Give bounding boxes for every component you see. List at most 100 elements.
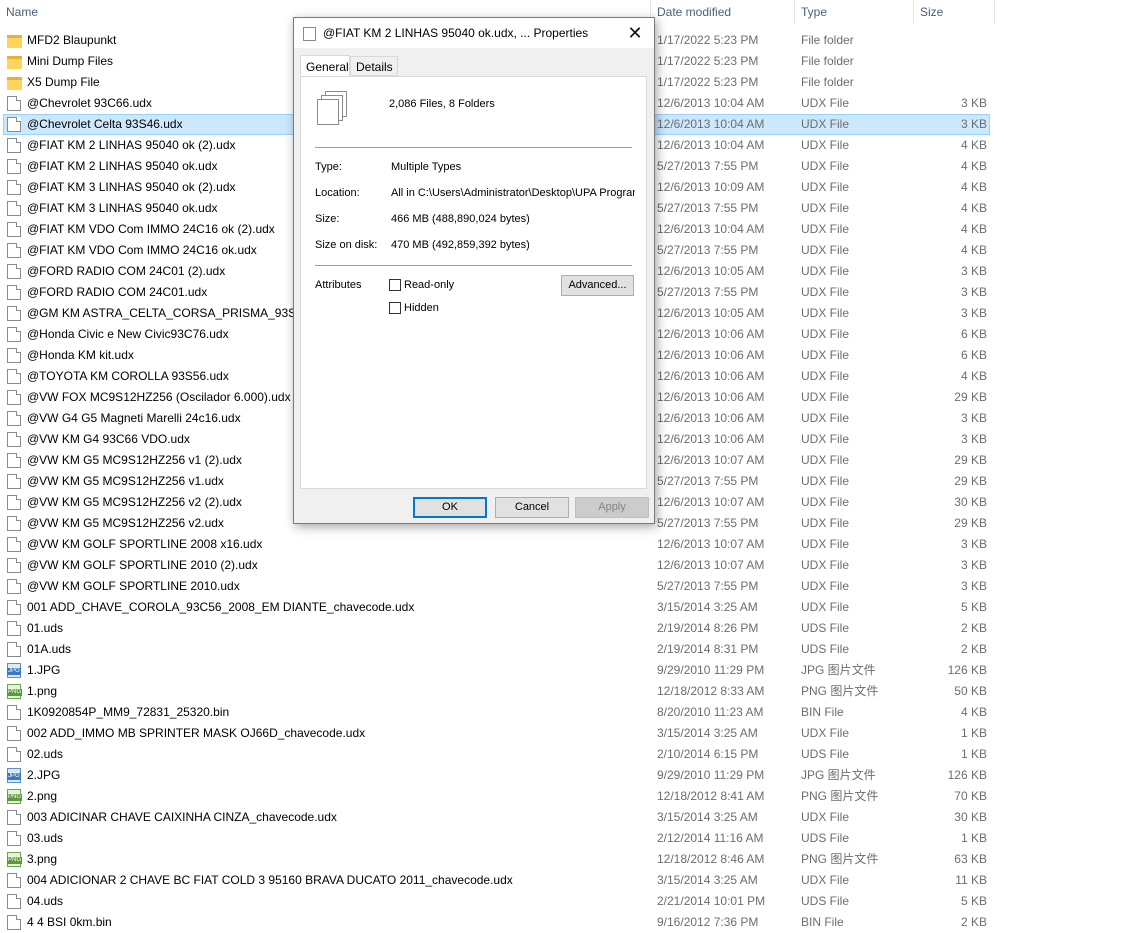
tab-details[interactable]: Details — [350, 56, 398, 76]
file-size: 3 KB — [960, 579, 987, 593]
file-type: File folder — [801, 54, 854, 68]
file-date: 12/6/2013 10:06 AM — [657, 411, 765, 425]
file-date: 9/29/2010 11:29 PM — [657, 768, 765, 782]
file-type: UDX File — [801, 600, 850, 614]
readonly-checkbox[interactable] — [389, 279, 401, 291]
file-type: UDX File — [801, 327, 850, 341]
file-name: 03.uds — [27, 831, 64, 845]
file-name: @Chevrolet 93C66.udx — [27, 96, 152, 110]
file-row[interactable]: 02.uds 2/10/2014 6:15 PM UDS File 1 KB — [0, 744, 1129, 765]
file-icon — [7, 642, 21, 657]
column-header-date[interactable]: Date modified — [651, 0, 795, 24]
close-icon[interactable]: ✕ — [622, 21, 648, 45]
file-type: UDX File — [801, 96, 850, 110]
file-row[interactable]: 2.png 12/18/2012 8:41 AM PNG 图片文件 70 KB — [0, 786, 1129, 807]
file-type: UDX File — [801, 201, 850, 215]
file-date: 9/29/2010 11:29 PM — [657, 663, 765, 677]
file-row[interactable]: 01.uds 2/19/2014 8:26 PM UDS File 2 KB — [0, 618, 1129, 639]
file-name: @TOYOTA KM COROLLA 93S56.udx — [27, 369, 229, 383]
file-row[interactable]: 04.uds 2/21/2014 10:01 PM UDS File 5 KB — [0, 891, 1129, 912]
location-label: Location: — [315, 187, 360, 199]
file-date: 5/27/2013 7:55 PM — [657, 159, 759, 173]
readonly-label[interactable]: Read-only — [404, 279, 454, 291]
apply-button[interactable]: Apply — [575, 497, 649, 518]
file-type: UDS File — [801, 747, 850, 761]
file-name: @VW G4 G5 Magneti Marelli 24c16.udx — [27, 411, 241, 425]
files-summary: 2,086 Files, 8 Folders — [389, 98, 495, 110]
dialog-title-bar[interactable]: @FIAT KM 2 LINHAS 95040 ok.udx, ... Prop… — [294, 18, 654, 48]
ok-button[interactable]: OK — [413, 497, 487, 518]
folder-icon — [7, 77, 22, 90]
file-icon — [7, 495, 21, 510]
file-icon — [7, 726, 21, 741]
file-row[interactable]: 001 ADD_CHAVE_COROLA_93C56_2008_EM DIANT… — [0, 597, 1129, 618]
hidden-label[interactable]: Hidden — [404, 302, 439, 314]
file-name: @VW KM GOLF SPORTLINE 2008 x16.udx — [27, 537, 263, 551]
file-type: UDX File — [801, 285, 850, 299]
tab-general[interactable]: General — [300, 55, 350, 76]
file-date: 12/6/2013 10:06 AM — [657, 327, 765, 341]
file-size: 1 KB — [960, 726, 987, 740]
properties-dialog: @FIAT KM 2 LINHAS 95040 ok.udx, ... Prop… — [293, 17, 655, 524]
file-name: @FIAT KM VDO Com IMMO 24C16 ok.udx — [27, 243, 257, 257]
file-name: @VW KM G5 MC9S12HZ256 v2.udx — [27, 516, 224, 530]
column-header-type[interactable]: Type — [795, 0, 914, 24]
file-size: 3 KB — [960, 537, 987, 551]
file-type: PNG 图片文件 — [801, 684, 879, 698]
file-type: UDX File — [801, 222, 850, 236]
file-row[interactable]: 2.JPG 9/29/2010 11:29 PM JPG 图片文件 126 KB — [0, 765, 1129, 786]
file-icon — [7, 96, 21, 111]
file-type: PNG 图片文件 — [801, 789, 879, 803]
file-row[interactable]: 01A.uds 2/19/2014 8:31 PM UDS File 2 KB — [0, 639, 1129, 660]
file-size: 70 KB — [954, 789, 987, 803]
file-icon — [7, 159, 21, 174]
file-date: 5/27/2013 7:55 PM — [657, 516, 759, 530]
file-row[interactable]: 4 4 BSI 0km.bin 9/16/2012 7:36 PM BIN File… — [0, 912, 1129, 933]
file-date: 12/18/2012 8:33 AM — [657, 684, 765, 698]
file-row[interactable]: 03.uds 2/12/2014 11:16 AM UDS File 1 KB — [0, 828, 1129, 849]
file-row[interactable]: 1K0920854P_MM9_72831_25320.bin 8/20/2010 … — [0, 702, 1129, 723]
file-name: Mini Dump Files — [27, 54, 114, 68]
file-type: UDX File — [801, 180, 850, 194]
png-icon — [7, 852, 23, 867]
file-name: @VW KM G5 MC9S12HZ256 v1 (2).udx — [27, 453, 242, 467]
file-name: @Chevrolet Celta 93S46.udx — [27, 117, 183, 131]
file-row[interactable]: 002 ADD_IMMO MB SPRINTER MASK OJ66D_chav… — [0, 723, 1129, 744]
file-row[interactable]: 003 ADICINAR CHAVE CAIXINHA CINZA_chavec… — [0, 807, 1129, 828]
file-date: 12/6/2013 10:04 AM — [657, 138, 765, 152]
file-name: @FIAT KM 3 LINHAS 95040 ok (2).udx — [27, 180, 236, 194]
file-icon — [7, 432, 21, 447]
file-date: 12/6/2013 10:05 AM — [657, 264, 765, 278]
file-date: 12/6/2013 10:04 AM — [657, 222, 765, 236]
png-icon — [7, 684, 23, 699]
file-row[interactable]: 3.png 12/18/2012 8:46 AM PNG 图片文件 63 KB — [0, 849, 1129, 870]
file-size: 2 KB — [960, 621, 987, 635]
file-date: 2/12/2014 11:16 AM — [657, 831, 764, 845]
file-row[interactable]: 1.JPG 9/29/2010 11:29 PM JPG 图片文件 126 KB — [0, 660, 1129, 681]
file-type: UDS File — [801, 894, 850, 908]
hidden-checkbox[interactable] — [389, 302, 401, 314]
separator — [315, 265, 632, 266]
file-date: 12/6/2013 10:07 AM — [657, 495, 765, 509]
file-type: UDX File — [801, 579, 850, 593]
file-type: UDX File — [801, 306, 850, 320]
file-icon — [7, 537, 21, 552]
file-row[interactable]: @VW KM GOLF SPORTLINE 2010.udx 5/27/2013 … — [0, 576, 1129, 597]
file-icon — [7, 138, 21, 153]
file-type: UDX File — [801, 537, 850, 551]
file-name: @FORD RADIO COM 24C01 (2).udx — [27, 264, 226, 278]
cancel-button[interactable]: Cancel — [495, 497, 569, 518]
jpg-icon — [7, 663, 21, 678]
file-row[interactable]: @VW KM GOLF SPORTLINE 2008 x16.udx 12/6/2… — [0, 534, 1129, 555]
advanced-button[interactable]: Advanced... — [561, 275, 634, 296]
file-row[interactable]: @VW KM GOLF SPORTLINE 2010 (2).udx 12/6/2… — [0, 555, 1129, 576]
file-row[interactable]: 1.png 12/18/2012 8:33 AM PNG 图片文件 50 KB — [0, 681, 1129, 702]
file-name: @VW FOX MC9S12HZ256 (Oscilador 6.000).ud… — [27, 390, 291, 404]
file-date: 12/18/2012 8:41 AM — [657, 789, 765, 803]
file-date: 12/18/2012 8:46 AM — [657, 852, 765, 866]
file-date: 1/17/2022 5:23 PM — [657, 75, 759, 89]
file-row[interactable]: 004 ADICIONAR 2 CHAVE BC FIAT COLD 3 951… — [0, 870, 1129, 891]
file-size: 11 KB — [955, 873, 987, 887]
file-type: JPG 图片文件 — [801, 768, 876, 782]
column-header-size[interactable]: Size — [914, 0, 995, 24]
